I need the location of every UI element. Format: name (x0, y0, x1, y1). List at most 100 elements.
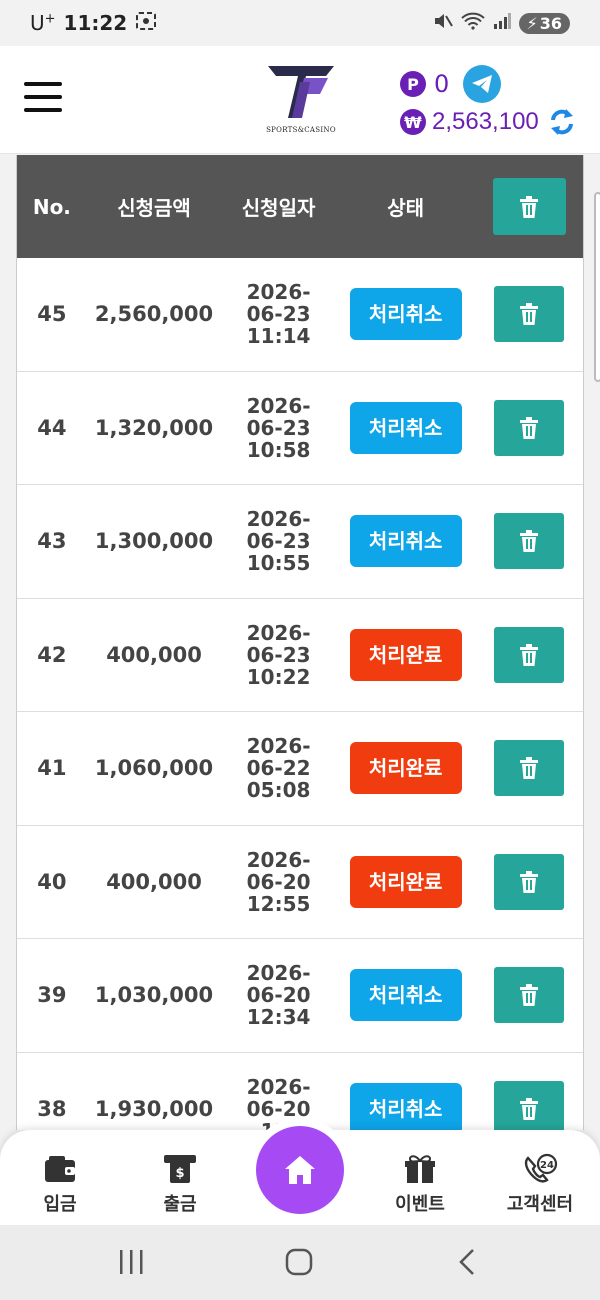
home-button[interactable] (256, 1126, 344, 1214)
nav-deposit[interactable]: 입금 (10, 1152, 110, 1216)
row-amount: 1,030,000 (94, 983, 214, 1008)
point-coin-icon: P (400, 71, 426, 97)
row-no: 42 (37, 642, 67, 667)
row-amount: 1,300,000 (94, 529, 214, 554)
row-no: 44 (37, 415, 67, 440)
svg-text:$: $ (175, 1166, 184, 1181)
app-header: SPORTS&CASINO P 0 ₩ 2,563,100 (0, 46, 600, 154)
status-bar: U+ 11:22 ⚡ 36 (0, 0, 600, 46)
row-no: 39 (37, 983, 67, 1008)
row-date-monthday: 06-23 (246, 302, 311, 327)
delete-row-button[interactable] (494, 286, 565, 343)
table-body: 45 2,560,000 2026- 06-23 11:14 처리취소 44 1,320,00… (17, 258, 583, 1130)
delete-row-button[interactable] (494, 513, 565, 570)
wifi-icon (460, 12, 485, 34)
row-amount: 400,000 (106, 642, 202, 667)
row-date-time: 10:55 (246, 551, 311, 576)
table-row: 44 1,320,000 2026- 06-23 10:58 처리취소 (17, 372, 583, 485)
status-button[interactable]: 처리취소 (349, 969, 462, 1022)
nav-withdraw-label: 출금 (163, 1194, 197, 1215)
row-date-year: 2026- (246, 734, 311, 759)
row-no: 45 (37, 302, 67, 327)
system-nav-bar (0, 1225, 600, 1300)
header-status: 상태 (387, 196, 425, 220)
delete-all-button[interactable] (492, 178, 566, 235)
refresh-icon[interactable] (549, 108, 575, 136)
nav-support-label: 고객센터 (506, 1194, 574, 1215)
trash-icon (519, 530, 539, 553)
trash-icon (519, 1097, 539, 1120)
nav-event[interactable]: 이벤트 (370, 1152, 470, 1216)
row-date-time: 10:58 (246, 437, 311, 462)
header-amount: 신청금액 (117, 196, 191, 220)
row-date-year: 2026- (246, 393, 311, 418)
table-row: 42 400,000 2026- 06-23 10:22 처리완료 (17, 599, 583, 712)
status-button[interactable]: 처리취소 (349, 515, 462, 568)
status-button[interactable]: 처리취소 (349, 288, 462, 341)
table-row: 41 1,060,000 2026- 06-22 05:08 처리완료 (17, 712, 583, 826)
site-logo[interactable]: SPORTS&CASINO (266, 64, 336, 134)
status-button[interactable]: 처리완료 (349, 628, 462, 681)
status-button[interactable]: 처리완료 (349, 742, 462, 795)
row-date-monthday: 06-23 (246, 642, 311, 667)
row-date: 2026- 06-23 10:22 (221, 622, 336, 688)
back-icon[interactable] (455, 1247, 479, 1281)
logo-text: SPORTS&CASINO (266, 126, 336, 134)
recent-apps-icon[interactable] (118, 1247, 144, 1281)
delete-row-button[interactable] (494, 967, 565, 1024)
status-button[interactable]: 처리취소 (349, 401, 462, 454)
row-date-time: 12:34 (246, 1005, 311, 1030)
row-no: 41 (37, 756, 67, 781)
row-date-time: 10:22 (246, 664, 311, 689)
trash-icon (520, 195, 539, 218)
status-button[interactable]: 처리완료 (349, 855, 462, 908)
delete-row-button[interactable] (494, 399, 565, 456)
nav-withdraw[interactable]: $ 출금 (130, 1152, 230, 1216)
telegram-icon[interactable] (463, 65, 502, 103)
wallet-icon (10, 1152, 110, 1186)
won-coin-icon: ₩ (400, 109, 426, 135)
header-no: No. (32, 194, 71, 219)
trash-icon (519, 303, 539, 326)
table-row: 40 400,000 2026- 06-20 12:55 처리완료 (17, 826, 583, 939)
trash-icon (519, 757, 539, 780)
trash-icon (519, 416, 539, 439)
row-no: 43 (37, 529, 67, 554)
row-date-monthday: 06-23 (246, 529, 311, 554)
delete-row-button[interactable] (494, 1080, 565, 1130)
row-date: 2026- 06-23 11:14 (221, 281, 336, 347)
row-date: 2026-06-2012: (221, 1076, 336, 1130)
row-amount: 2,560,000 (94, 302, 214, 327)
svg-text:24: 24 (540, 1160, 554, 1171)
charging-icon: ⚡ (526, 13, 538, 33)
row-date-time: 12:55 (246, 891, 311, 916)
home-system-icon[interactable] (285, 1247, 313, 1281)
screenshot-icon (135, 11, 157, 36)
nav-support[interactable]: 24 고객센터 (490, 1152, 590, 1216)
nav-deposit-label: 입금 (43, 1194, 77, 1215)
delete-row-button[interactable] (494, 853, 565, 910)
money-balance: 2,563,100 (432, 108, 539, 135)
row-amount: 1,930,000 (94, 1096, 214, 1121)
row-date: 2026- 06-20 12:34 (221, 962, 336, 1028)
battery-indicator: ⚡ 36 (518, 12, 570, 34)
trash-icon (519, 643, 539, 666)
gift-icon (370, 1152, 470, 1186)
scrollbar-handle[interactable] (594, 192, 600, 382)
menu-icon[interactable] (24, 82, 62, 114)
row-date-monthday: 06-20 (246, 869, 311, 894)
signal-icon (493, 13, 511, 33)
status-button[interactable]: 처리취소 (349, 1082, 462, 1130)
row-date: 2026- 06-23 10:58 (221, 395, 336, 461)
status-time: 11:22 (63, 11, 128, 35)
delete-row-button[interactable] (494, 740, 565, 797)
row-date-monthday: 06-23 (246, 415, 311, 440)
delete-row-button[interactable] (494, 626, 565, 683)
row-amount: 400,000 (106, 869, 202, 894)
withdraw-history-table: No. 신청금액 신청일자 상태 45 2,560,000 2026- 06-23 11… (16, 155, 584, 1130)
row-date-time: 12: (221, 1120, 336, 1130)
nav-event-label: 이벤트 (395, 1194, 445, 1215)
table-row: 43 1,300,000 2026- 06-23 10:55 처리취소 (17, 485, 583, 599)
row-date-time: 11:14 (246, 324, 311, 349)
atm-icon: $ (130, 1152, 230, 1186)
